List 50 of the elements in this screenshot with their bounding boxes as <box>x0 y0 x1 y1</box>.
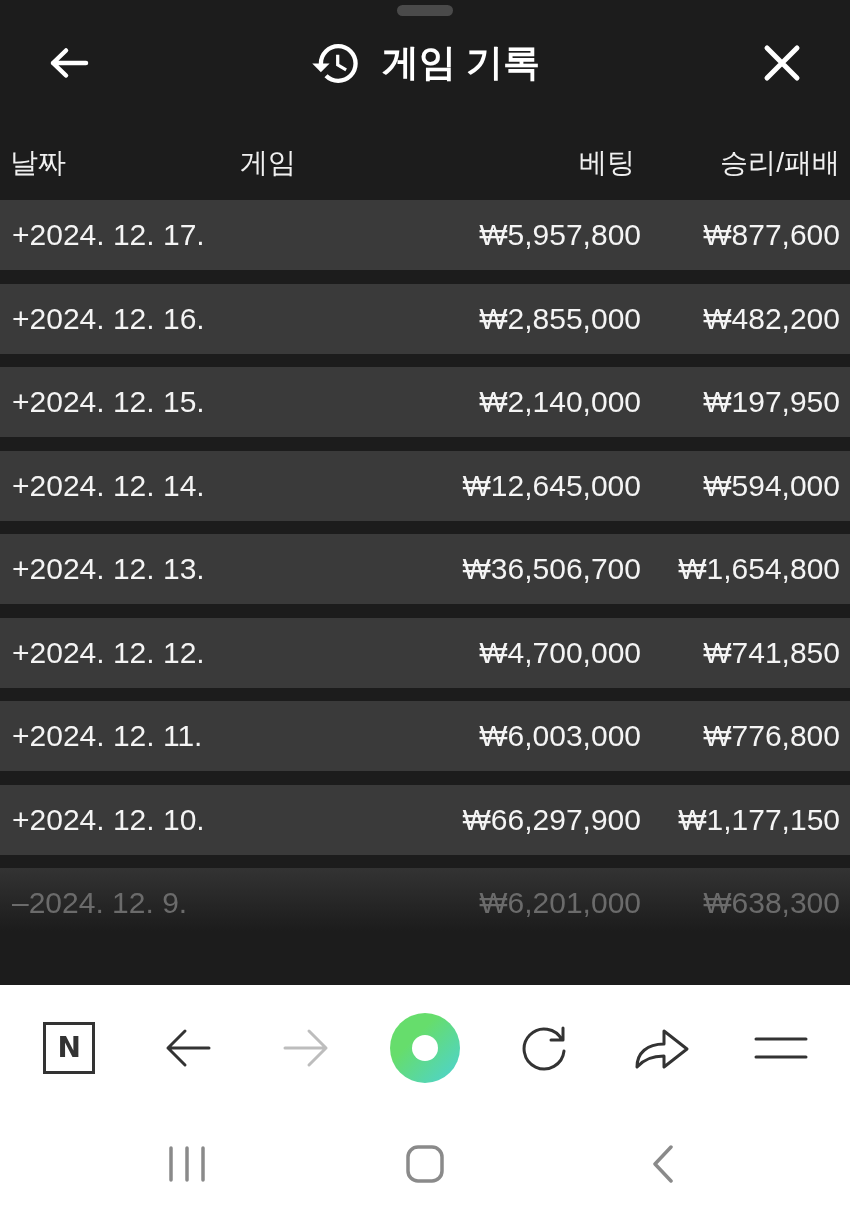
win-loss-amount: ₩1,177,150 <box>678 802 840 837</box>
date-text: +2024. 12. 15. <box>12 385 205 419</box>
bet-amount: ₩12,645,000 <box>462 468 641 503</box>
date-text: +2024. 12. 17. <box>12 218 205 252</box>
record-row[interactable]: +2024. 12. 17. ₩5,957,800 ₩877,600 <box>0 200 850 270</box>
drag-handle[interactable] <box>397 5 453 16</box>
bet-amount: ₩2,140,000 <box>479 385 641 419</box>
win-loss-amount: ₩1,654,800 <box>678 552 840 586</box>
win-loss-amount: ₩776,800 <box>703 719 840 753</box>
back-arrow-icon[interactable] <box>49 47 89 79</box>
win-loss-amount: ₩741,850 <box>703 635 840 670</box>
menu-icon[interactable] <box>753 1036 808 1059</box>
record-row[interactable]: +2024. 12. 15. ₩2,140,000 ₩197,950 <box>0 367 850 437</box>
bet-amount: ₩36,506,700 <box>462 552 641 586</box>
logo-button[interactable]: N <box>43 1021 96 1074</box>
record-row[interactable]: +2024. 12. 10. ₩66,297,900 ₩1,177,150 <box>0 784 850 855</box>
back-chevron-icon[interactable] <box>652 1144 674 1183</box>
bet-amount: ₩66,297,900 <box>462 802 641 837</box>
bet-amount: ₩6,201,000 <box>479 886 641 920</box>
back-arrow-icon[interactable] <box>164 1027 211 1068</box>
column-header: 날짜 <box>10 146 66 180</box>
date-text: –2024. 12. 9. <box>12 886 188 920</box>
record-row[interactable]: +2024. 12. 16. ₩2,855,000 ₩482,200 <box>0 283 850 354</box>
bet-amount: ₩2,855,000 <box>479 301 641 336</box>
win-loss-amount: ₩877,600 <box>703 218 840 252</box>
recent-apps-icon[interactable] <box>168 1144 206 1183</box>
close-icon[interactable] <box>763 44 801 82</box>
record-row[interactable]: +2024. 12. 14. ₩12,645,000 ₩594,000 <box>0 450 850 521</box>
date-text: +2024. 12. 11. <box>12 719 203 753</box>
win-loss-amount: ₩197,950 <box>703 385 840 419</box>
record-row[interactable]: +2024. 12. 13. ₩36,506,700 ₩1,654,800 <box>0 534 850 604</box>
date-text: +2024. 12. 16. <box>12 301 205 336</box>
sheet-title: 게임 기록 <box>381 41 541 85</box>
home-icon[interactable] <box>406 1144 444 1183</box>
date-text: +2024. 12. 10. <box>12 802 205 837</box>
win-loss-amount: ₩482,200 <box>703 301 840 336</box>
date-text: +2024. 12. 14. <box>12 468 205 503</box>
record-row[interactable]: +2024. 12. 11. ₩6,003,000 ₩776,800 <box>0 701 850 771</box>
bet-amount: ₩4,700,000 <box>479 635 641 670</box>
column-header: 베팅 <box>579 146 635 180</box>
history-icon <box>311 43 358 83</box>
win-loss-amount: ₩638,300 <box>703 886 840 920</box>
bet-amount: ₩6,003,000 <box>479 719 641 753</box>
win-loss-amount: ₩594,000 <box>703 468 840 503</box>
record-row[interactable]: +2024. 12. 12. ₩4,700,000 ₩741,850 <box>0 617 850 688</box>
date-text: +2024. 12. 12. <box>12 635 205 670</box>
column-header: 게임 <box>240 146 296 180</box>
column-header: 승리/패배 <box>720 146 840 180</box>
bet-amount: ₩5,957,800 <box>479 218 641 252</box>
date-text: +2024. 12. 13. <box>12 552 205 586</box>
